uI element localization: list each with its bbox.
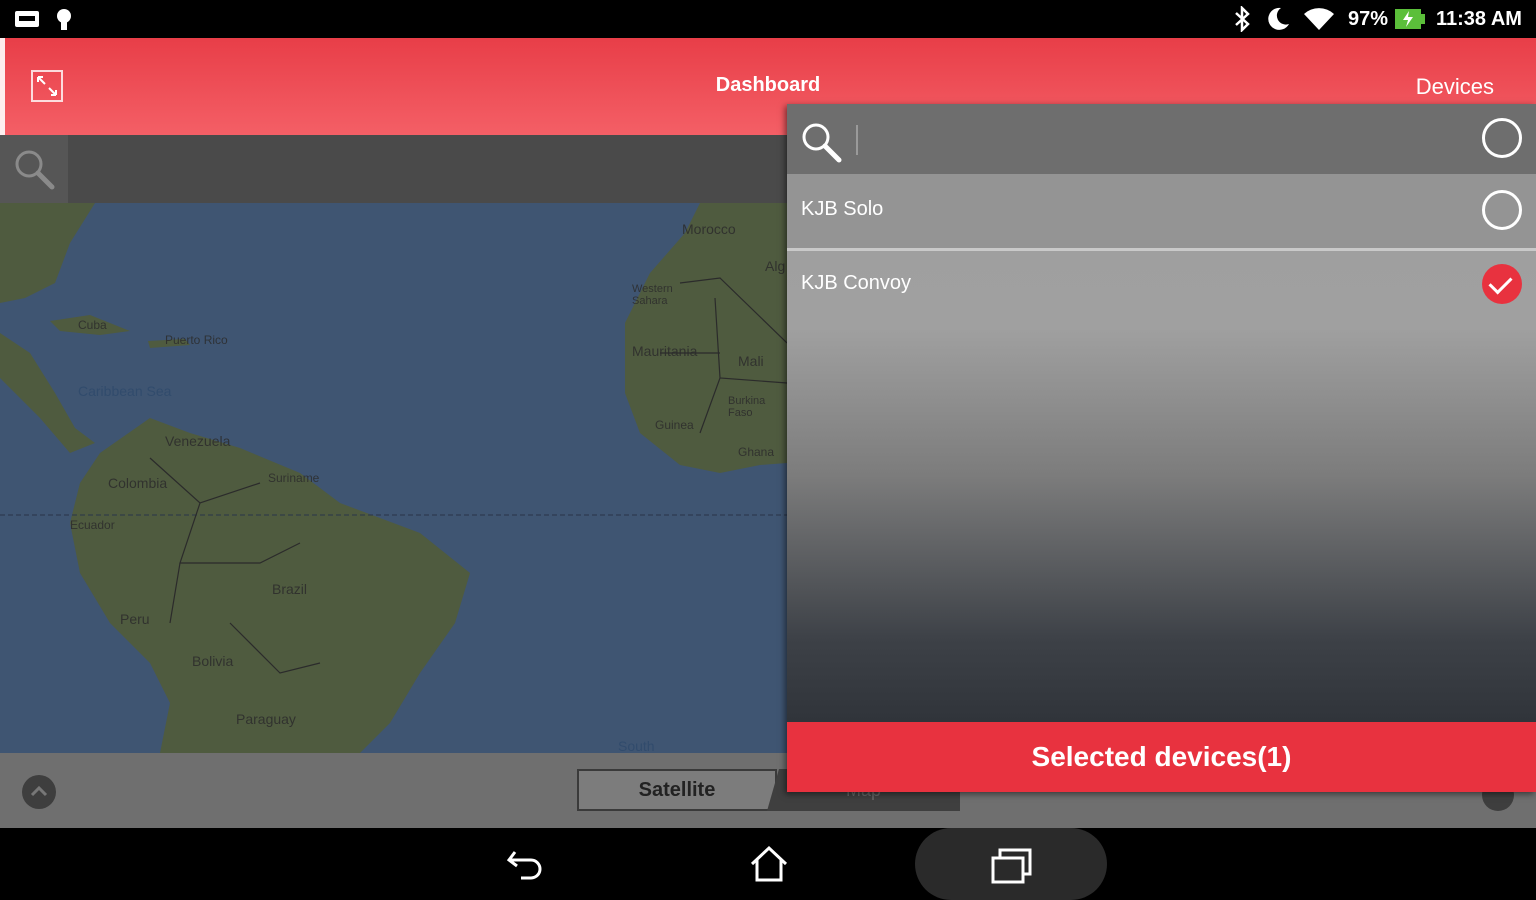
map-label-peru: Peru: [120, 611, 150, 627]
map-search-button[interactable]: [0, 135, 68, 203]
device-checkbox-checked[interactable]: [1482, 264, 1522, 304]
device-name: KJB Convoy: [801, 272, 912, 294]
map-search-bar: [0, 135, 787, 203]
map-label-colombia: Colombia: [108, 475, 168, 491]
status-bar: 97% 11:38 AM: [0, 0, 1536, 38]
chevron-up-icon: [30, 785, 48, 797]
list-item[interactable]: KJB Solo: [787, 174, 1536, 251]
navigation-bar: [0, 828, 1536, 900]
satellite-toggle[interactable]: Satellite: [577, 769, 777, 811]
map-label-caribbean-sea: Caribbean Sea: [78, 383, 172, 399]
search-icon: [15, 150, 55, 190]
search-icon: [802, 123, 842, 163]
map-label-ghana: Ghana: [738, 445, 775, 459]
map-label-south: South: [618, 738, 655, 753]
device-list: KJB Solo KJB Convoy: [787, 174, 1536, 722]
screenshot-icon: [15, 11, 39, 27]
map-label-suriname: Suriname: [268, 471, 320, 485]
home-icon[interactable]: [748, 844, 790, 884]
map-label-cuba: Cuba: [78, 318, 107, 332]
device-search-input[interactable]: [853, 118, 1457, 162]
device-checkbox[interactable]: [1482, 190, 1522, 230]
moon-icon: [1268, 7, 1289, 30]
battery-charging-icon: [1395, 9, 1425, 29]
device-selector-panel: KJB Solo KJB Convoy Selected devices(1): [787, 104, 1536, 792]
map-label-western-sahara: Western Sahara: [632, 283, 673, 307]
bluetooth-icon: [1235, 6, 1250, 32]
map-label-ecuador: Ecuador: [70, 518, 115, 532]
recents-icon[interactable]: [990, 846, 1034, 886]
lightbulb-icon: [57, 9, 71, 30]
map-label-puerto-rico: Puerto Rico: [165, 333, 228, 347]
map-label-guinea: Guinea: [655, 418, 694, 432]
map-label-algeria: Alg: [765, 258, 786, 274]
expand-up-button[interactable]: [22, 775, 56, 809]
map-view[interactable]: Morocco Alg Western Sahara Mauritania Ma…: [0, 203, 787, 753]
map-label-paraguay: Paraguay: [236, 711, 296, 727]
device-name: KJB Solo: [801, 198, 884, 220]
select-all-checkbox[interactable]: [1482, 118, 1522, 158]
map-label-venezuela: Venezuela: [165, 433, 231, 449]
battery-percent: 97%: [1348, 8, 1389, 30]
selected-devices-button[interactable]: Selected devices(1): [787, 722, 1536, 792]
text-cursor: [856, 125, 858, 155]
devices-tab[interactable]: Devices: [1416, 74, 1494, 100]
map-label-bolivia: Bolivia: [192, 653, 234, 669]
back-icon[interactable]: [505, 846, 547, 882]
map-label-burkina-faso: Burkina Faso: [728, 395, 766, 419]
map-label-morocco: Morocco: [682, 221, 736, 237]
map-label-brazil: Brazil: [272, 581, 308, 597]
map-label-mali: Mali: [738, 353, 764, 369]
clock: 11:38 AM: [1436, 8, 1522, 30]
page-title: Dashboard: [715, 74, 821, 96]
list-item[interactable]: KJB Convoy: [787, 248, 1536, 322]
map-label-mauritania: Mauritania: [632, 343, 698, 359]
device-search-bar: [787, 104, 1536, 174]
wifi-icon: [1304, 8, 1334, 30]
